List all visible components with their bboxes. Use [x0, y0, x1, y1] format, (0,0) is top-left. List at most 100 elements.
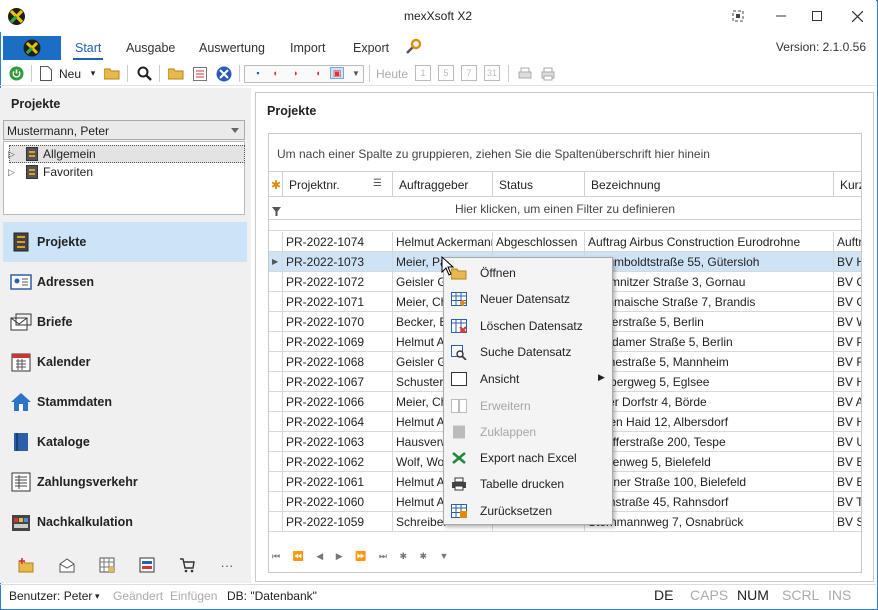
cell-projektnr[interactable]: PR-2022-1059: [283, 512, 393, 532]
tab-auswertung[interactable]: Auswertung: [199, 41, 265, 55]
chevron-down-icon[interactable]: [231, 128, 239, 133]
view-mode-3-icon[interactable]: ◗: [290, 67, 302, 79]
checklist-icon[interactable]: [192, 65, 208, 82]
cell-bezeichnung[interactable]: Weserstraße 5, Berlin: [585, 312, 834, 332]
nav-briefe[interactable]: Briefe: [3, 302, 247, 342]
cell-bezeichnung[interactable]: Turmstraße 45, Rahnsdorf: [585, 492, 834, 512]
add-project-icon[interactable]: [18, 557, 34, 573]
cell-projektnr[interactable]: PR-2022-1063: [283, 432, 393, 452]
cell-bezeichnung[interactable]: Neubergweg 5, Eglsee: [585, 372, 834, 392]
tools-icon[interactable]: [404, 38, 422, 56]
new-document-icon[interactable]: [39, 65, 53, 82]
calendar-month-button[interactable]: 31: [484, 65, 500, 81]
context-menu-item-neuer-datensatz[interactable]: Neuer Datensatz: [444, 286, 612, 312]
nav-nachkalkulation[interactable]: Nachkalkulation: [3, 502, 247, 542]
grid-calendar-icon[interactable]: [99, 557, 115, 573]
cell-bezeichnung[interactable]: Brenner Straße 100, Bielefeld: [585, 472, 834, 492]
cell-kurz[interactable]: BV H: [834, 412, 861, 432]
grid-navigator[interactable]: ⏮ ⏪ ◀ ▶ ⏩ ⏭ ✱ ✱ ▼: [272, 551, 453, 562]
row-indicator[interactable]: [269, 332, 283, 352]
row-indicator[interactable]: [269, 272, 283, 292]
mail-icon[interactable]: [59, 557, 75, 573]
screen-capture-icon[interactable]: [720, 0, 756, 32]
cell-projektnr[interactable]: PR-2022-1066: [283, 392, 393, 412]
cell-bezeichnung[interactable]: In der Dorfstr 4, Börde: [585, 392, 834, 412]
view-mode-2-icon[interactable]: ◖: [269, 67, 281, 79]
column-header-bezeichnung[interactable]: Bezeichnung: [585, 172, 834, 197]
cell-kurz[interactable]: BV S: [834, 512, 861, 532]
cell-kurz[interactable]: BV R: [834, 352, 861, 372]
cell-projektnr[interactable]: PR-2022-1072: [283, 272, 393, 292]
tab-ausgabe[interactable]: Ausgabe: [126, 41, 175, 55]
today-button[interactable]: Heute: [376, 65, 408, 82]
tab-start[interactable]: Start: [75, 41, 101, 55]
cart-icon[interactable]: [179, 557, 195, 573]
new-button-label[interactable]: Neu: [58, 65, 82, 82]
row-indicator[interactable]: [269, 292, 283, 312]
cell-projektnr[interactable]: PR-2022-1069: [283, 332, 393, 352]
cell-projektnr[interactable]: PR-2022-1074: [283, 232, 393, 252]
cell-bezeichnung[interactable]: Bogen Haid 12, Albersdorf: [585, 412, 834, 432]
row-indicator[interactable]: [269, 412, 283, 432]
view-mode-4-icon[interactable]: ◖: [312, 67, 324, 79]
cell-kurz[interactable]: BV P: [834, 332, 861, 352]
cell-kurz[interactable]: BV E: [834, 452, 861, 472]
cell-kurz[interactable]: BV H: [834, 372, 861, 392]
cell-projektnr[interactable]: PR-2022-1073: [283, 252, 393, 272]
context-menu-item-zurücksetzen[interactable]: Zurücksetzen: [444, 498, 612, 524]
print-icon[interactable]: [540, 65, 556, 82]
group-panel-hint[interactable]: Um nach einer Spalte zu gruppieren, zieh…: [277, 147, 710, 161]
cell-kurz[interactable]: Auftr: [834, 232, 861, 252]
more-options-icon[interactable]: ···: [219, 557, 235, 573]
cell-projektnr[interactable]: PR-2022-1070: [283, 312, 393, 332]
context-menu-item-löschen-datensatz[interactable]: Löschen Datensatz: [444, 313, 612, 339]
cell-bezeichnung[interactable]: Emdenweg 5, Bielefeld: [585, 452, 834, 472]
cell-projektnr[interactable]: PR-2022-1064: [283, 412, 393, 432]
row-indicator[interactable]: ▶: [269, 252, 283, 272]
report-icon[interactable]: [139, 557, 155, 573]
chevron-down-icon[interactable]: ▾: [88, 65, 98, 82]
view-mode-1-icon[interactable]: ▪: [252, 67, 264, 79]
context-menu-item-tabelle-drucken[interactable]: Tabelle drucken: [444, 471, 612, 497]
context-menu-item-ansicht[interactable]: Ansicht ▶: [444, 366, 612, 392]
cell-projektnr[interactable]: PR-2022-1067: [283, 372, 393, 392]
cell-bezeichnung[interactable]: Grimmaische Straße 7, Brandis: [585, 292, 834, 312]
expand-arrow-icon[interactable]: ▷: [8, 167, 18, 178]
folder-icon[interactable]: [167, 65, 184, 82]
cell-bezeichnung[interactable]: Steinestraße 5, Mannheim: [585, 352, 834, 372]
nav-stammdaten[interactable]: Stammdaten: [3, 382, 247, 422]
tree-item-favoriten[interactable]: ▷ Favoriten: [8, 163, 93, 181]
user-select[interactable]: Mustermann, Peter: [3, 120, 245, 140]
power-icon[interactable]: [8, 65, 24, 82]
cell-bezeichnung[interactable]: Potsdamer Straße 5, Berlin: [585, 332, 834, 352]
nav-kataloge[interactable]: Kataloge: [3, 422, 247, 462]
view-dropdown-icon[interactable]: ▼: [350, 67, 362, 79]
context-menu-item-zuklappen[interactable]: Zuklappen: [444, 419, 612, 445]
row-indicator[interactable]: [269, 392, 283, 412]
calendar-workweek-button[interactable]: 5: [438, 65, 454, 81]
open-folder-icon[interactable]: [103, 65, 120, 82]
column-header-auftraggeber[interactable]: Auftraggeber: [393, 172, 493, 197]
cell-kurz[interactable]: BV C: [834, 272, 861, 292]
cell-status[interactable]: Abgeschlossen: [493, 232, 585, 252]
column-header-projektnr[interactable]: Projektnr. ☰: [283, 172, 393, 197]
calendar-week-button[interactable]: 7: [461, 65, 477, 81]
cell-projektnr[interactable]: PR-2022-1061: [283, 472, 393, 492]
row-indicator[interactable]: [269, 472, 283, 492]
minimize-button[interactable]: [763, 0, 799, 32]
maximize-button[interactable]: [799, 0, 835, 32]
chevron-down-icon[interactable]: ▾: [95, 591, 100, 602]
close-button[interactable]: [839, 0, 875, 32]
column-filter-icon[interactable]: ☰: [373, 178, 382, 189]
cell-kurz[interactable]: BV H: [834, 252, 861, 272]
status-user[interactable]: Benutzer: Peter: [9, 589, 92, 603]
context-menu-item-suche-datensatz[interactable]: Suche Datensatz: [444, 339, 612, 365]
cell-bezeichnung[interactable]: Auftrag Airbus Construction Eurodrohne: [585, 232, 834, 252]
cell-kurz[interactable]: BV W: [834, 312, 861, 332]
search-icon[interactable]: [136, 65, 152, 82]
print-preview-icon[interactable]: [517, 65, 533, 82]
column-header-kurz[interactable]: Kurz: [834, 172, 861, 197]
row-indicator[interactable]: [269, 432, 283, 452]
tree-item-allgemein[interactable]: ▷ Allgemein: [8, 145, 96, 163]
cell-auftraggeber[interactable]: Helmut Ackermann: [393, 232, 493, 252]
